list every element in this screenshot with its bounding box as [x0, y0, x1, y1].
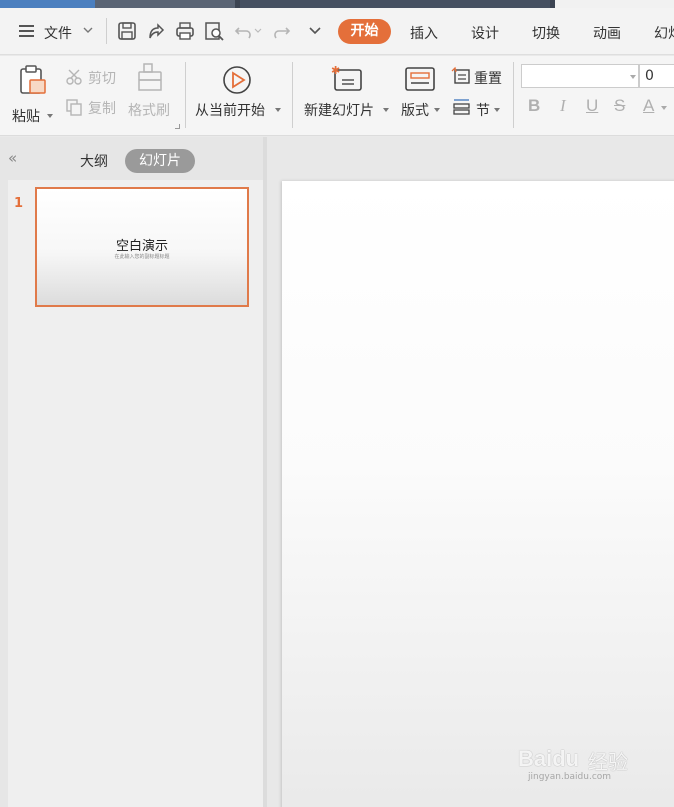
chevron-down-icon[interactable] — [82, 24, 94, 36]
slide-canvas[interactable] — [282, 181, 674, 807]
underline-button[interactable]: U — [586, 96, 598, 116]
window-tab-strip — [0, 0, 674, 8]
collapse-panel-icon[interactable]: « — [8, 149, 17, 167]
watermark-brand: Baidu — [518, 746, 580, 771]
copy-icon[interactable] — [65, 98, 83, 116]
font-size-select[interactable]: 0 — [639, 64, 674, 88]
font-color-button[interactable]: A — [643, 96, 654, 116]
format-painter-icon[interactable] — [136, 62, 166, 92]
section-icon[interactable] — [451, 96, 471, 116]
layout-button[interactable]: 版式 — [401, 100, 429, 120]
format-painter-button[interactable]: 格式刷 — [128, 100, 170, 120]
copy-button[interactable]: 复制 — [88, 98, 116, 118]
window-tab[interactable] — [240, 0, 550, 8]
baidu-watermark: Baidu 经验 jingyan.baidu.com — [518, 738, 648, 782]
watermark-brand-cn: 经验 — [588, 750, 628, 774]
print-preview-icon[interactable] — [203, 20, 225, 42]
tab-outline[interactable]: 大纲 — [80, 151, 108, 171]
ribbon-toolbar: 粘贴 剪切 复制 格式刷 从当前开始 ✱ 新建幻灯片 版式 重置 节 0 B I… — [0, 56, 674, 136]
reset-icon[interactable] — [451, 66, 471, 86]
tab-transitions[interactable]: 切换 — [532, 23, 560, 43]
layout-icon[interactable] — [404, 64, 436, 94]
font-size-value: 0 — [645, 68, 654, 84]
slide-thumbnail-title: 空白演示 — [115, 239, 168, 254]
window-tab-active[interactable] — [555, 0, 674, 8]
font-name-select[interactable] — [521, 64, 639, 88]
redo-icon[interactable] — [270, 20, 292, 42]
undo-icon[interactable] — [233, 20, 255, 42]
window-tab[interactable] — [95, 0, 235, 8]
slides-panel: « 大纲 幻灯片 1 空白演示 在此输入您的副标题标题 — [0, 137, 263, 807]
slide-thumbnail-subtitle: 在此输入您的副标题标题 — [114, 254, 170, 260]
export-pdf-icon[interactable] — [145, 20, 167, 42]
tab-animations[interactable]: 动画 — [593, 23, 621, 43]
tab-slides[interactable]: 幻灯片 — [125, 149, 195, 173]
new-slide-icon[interactable]: ✱ — [330, 64, 364, 94]
slide-number: 1 — [14, 196, 24, 211]
slide-editor-area — [267, 137, 674, 807]
play-from-current-button[interactable]: 从当前开始 — [195, 100, 265, 120]
play-icon[interactable] — [221, 64, 253, 96]
strikethrough-button[interactable]: S — [614, 96, 625, 116]
cut-button[interactable]: 剪切 — [88, 68, 116, 88]
reset-button[interactable]: 重置 — [474, 68, 502, 88]
clipboard-dialog-launcher[interactable] — [175, 124, 180, 129]
window-tab[interactable] — [0, 0, 95, 8]
tab-design[interactable]: 设计 — [471, 23, 499, 43]
section-button[interactable]: 节 — [476, 100, 490, 120]
customize-toolbar-icon[interactable] — [304, 20, 326, 42]
svg-text:✱: ✱ — [331, 64, 340, 77]
save-icon[interactable] — [116, 20, 138, 42]
hamburger-menu-icon[interactable] — [18, 22, 36, 40]
undo-dropdown-icon[interactable] — [254, 27, 262, 35]
menu-bar: 文件 开始 插入 设计 切换 动画 幻灯 — [0, 8, 674, 55]
tab-slideshow[interactable]: 幻灯 — [654, 23, 674, 43]
print-icon[interactable] — [174, 20, 196, 42]
watermark-url: jingyan.baidu.com — [528, 772, 612, 782]
new-slide-button[interactable]: 新建幻灯片 — [304, 100, 374, 120]
paste-label: 粘贴 — [12, 109, 40, 125]
scissors-icon[interactable] — [65, 68, 83, 86]
paste-button[interactable]: 粘贴 — [12, 62, 56, 125]
italic-button[interactable]: I — [560, 96, 566, 116]
file-menu[interactable]: 文件 — [44, 23, 72, 43]
paste-icon — [20, 65, 46, 94]
tab-insert[interactable]: 插入 — [410, 23, 438, 43]
bold-button[interactable]: B — [528, 96, 540, 116]
slide-thumbnail[interactable]: 空白演示 在此输入您的副标题标题 — [35, 187, 249, 307]
tab-home[interactable]: 开始 — [338, 19, 391, 44]
